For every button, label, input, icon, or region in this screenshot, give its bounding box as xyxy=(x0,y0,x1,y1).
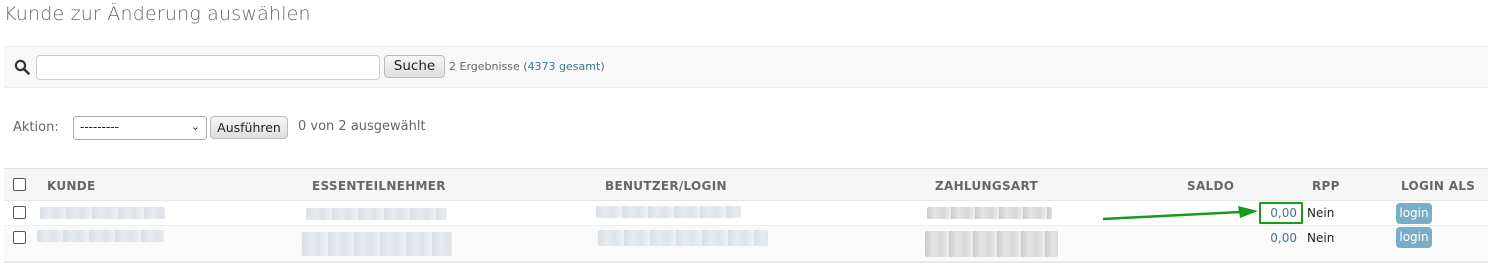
action-select[interactable]: --------- ⌄ xyxy=(73,116,207,140)
table-row: 0,00 Nein login xyxy=(4,226,1488,262)
column-header-kunde[interactable]: KUNDE xyxy=(47,179,96,193)
column-header-essenteilnehmer[interactable]: ESSENTEILNEHMER xyxy=(312,179,446,193)
row-checkbox[interactable] xyxy=(13,231,26,244)
redacted-kunde-link[interactable] xyxy=(37,230,164,242)
login-as-button[interactable]: login xyxy=(1396,227,1432,248)
action-select-value: --------- xyxy=(80,120,119,134)
redacted-essenteilnehmer xyxy=(302,232,452,256)
column-header-benutzer-login[interactable]: BENUTZER/LOGIN xyxy=(605,179,727,193)
action-label: Aktion: xyxy=(13,120,59,135)
login-as-button[interactable]: login xyxy=(1396,203,1432,224)
run-action-button[interactable]: Ausführen xyxy=(210,116,288,139)
result-count-prefix: 2 Ergebnisse ( xyxy=(449,60,528,73)
table-bottom-divider xyxy=(4,262,1488,263)
redacted-zahlungsart xyxy=(927,207,1052,219)
selected-count: 0 von 2 ausgewählt xyxy=(298,119,426,134)
table-header: KUNDE ESSENTEILNEHMER BENUTZER/LOGIN ZAH… xyxy=(4,168,1488,201)
rpp-value: Nein xyxy=(1307,231,1335,245)
select-all-checkbox[interactable] xyxy=(13,178,26,191)
search-button[interactable]: Suche xyxy=(384,55,445,78)
column-header-saldo[interactable]: SALDO xyxy=(1187,179,1234,193)
total-count-link[interactable]: 4373 gesamt xyxy=(528,60,601,73)
page-title: Kunde zur Änderung auswählen xyxy=(4,3,311,25)
redacted-essenteilnehmer xyxy=(306,208,447,220)
arrow-annotation-icon xyxy=(1102,206,1258,221)
result-count: 2 Ergebnisse (4373 gesamt) xyxy=(449,60,605,73)
column-header-zahlungsart[interactable]: ZAHLUNGSART xyxy=(935,179,1038,193)
redacted-kunde-link[interactable] xyxy=(40,207,165,219)
column-header-rpp[interactable]: RPP xyxy=(1312,179,1340,193)
highlight-box-annotation xyxy=(1259,202,1303,224)
result-count-suffix: ) xyxy=(600,60,605,73)
redacted-benutzer-login xyxy=(598,230,768,246)
redacted-benutzer-login xyxy=(596,206,741,218)
rpp-value: Nein xyxy=(1307,206,1335,220)
column-header-login-als[interactable]: LOGIN ALS xyxy=(1401,179,1475,193)
search-input[interactable] xyxy=(36,55,380,80)
chevron-down-icon: ⌄ xyxy=(190,120,200,133)
table-row: 0,00 Nein login xyxy=(4,201,1488,226)
row-checkbox[interactable] xyxy=(13,206,26,219)
search-icon xyxy=(14,59,30,75)
redacted-zahlungsart xyxy=(925,231,1058,257)
search-toolbar: Suche 2 Ergebnisse (4373 gesamt) xyxy=(4,46,1488,88)
saldo-value[interactable]: 0,00 xyxy=(1257,231,1297,245)
